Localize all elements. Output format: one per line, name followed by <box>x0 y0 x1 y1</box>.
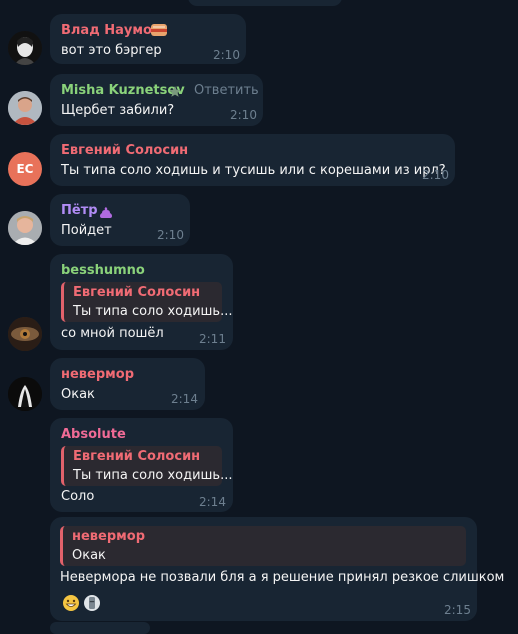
author-name[interactable]: besshumno <box>61 263 145 278</box>
photo-person-icon <box>8 91 42 125</box>
message-text: Пойдет <box>61 223 112 238</box>
message-bubble[interactable]: невермор Окак Невермора не позвали бля а… <box>50 517 504 621</box>
message-text: вот это бэргер <box>61 43 162 58</box>
avatar[interactable]: ЕС <box>8 152 42 186</box>
author-name[interactable]: Absolute <box>61 427 126 442</box>
grin-emoji-icon <box>62 594 80 612</box>
reply-text: Ты типа соло ходишь... <box>73 468 233 483</box>
message-time: 2:10 <box>230 108 257 122</box>
avatar[interactable] <box>8 31 42 65</box>
next-message-fragment[interactable] <box>50 622 150 634</box>
reply-text: Ты типа соло ходишь... <box>73 304 233 319</box>
author-name[interactable]: Пётр <box>61 203 98 218</box>
eye-closeup-icon <box>8 317 42 351</box>
message-bubble[interactable]: Евгений Солосин Ты типа соло ходишь и ту… <box>50 134 455 186</box>
reply-action-link[interactable]: Ответить <box>194 83 259 98</box>
reply-quote[interactable]: Евгений Солосин Ты типа соло ходишь... <box>61 446 233 486</box>
message-text: Ты типа соло ходишь и тусишь или с кореш… <box>61 163 446 178</box>
message-time: 2:10 <box>213 48 240 62</box>
chat-history: Влад Наумов вот это бэргер 2:10 Misha Ku… <box>0 0 518 634</box>
message-time: 2:15 <box>444 603 471 617</box>
dark-figure-icon <box>8 377 42 411</box>
message-bubble[interactable]: Absolute Евгений Солосин Ты типа соло хо… <box>50 418 233 512</box>
poop-emoji-icon <box>99 204 113 218</box>
message-bubble[interactable]: Пётр Пойдет 2:10 <box>50 194 190 246</box>
message-time: 2:14 <box>199 495 226 509</box>
author-name[interactable]: Влад Наумов <box>61 23 160 38</box>
message-text: Невермора не позвали бля а я решение при… <box>60 570 505 585</box>
avatar[interactable] <box>8 91 42 125</box>
avatar[interactable] <box>8 317 42 351</box>
moai-emoji-icon <box>83 594 101 612</box>
reply-author: Евгений Солосин <box>73 285 201 300</box>
message-text: со мной пошёл <box>61 326 164 341</box>
burger-emoji-icon <box>150 22 168 38</box>
avatar[interactable] <box>8 211 42 245</box>
message-text: Соло <box>61 489 95 504</box>
message-time: 2:11 <box>199 332 226 346</box>
reply-quote[interactable]: невермор Окак <box>60 526 466 566</box>
message-text: Окак <box>61 387 95 402</box>
message-time: 2:14 <box>171 392 198 406</box>
message-time: 2:10 <box>157 228 184 242</box>
avatar-initials: ЕС <box>16 162 34 176</box>
portrait-dark-icon <box>8 31 42 65</box>
message-bubble[interactable]: невермор Окак 2:14 <box>50 358 205 410</box>
author-name[interactable]: невермор <box>61 367 134 382</box>
message-bubble[interactable]: besshumno Евгений Солосин Ты типа соло х… <box>50 254 233 350</box>
author-name[interactable]: Misha Kuznetsov <box>61 83 185 98</box>
message-bubble[interactable]: Misha Kuznetsov Ответить Щербет забили? … <box>50 74 263 126</box>
message-time: 2:10 <box>422 168 449 182</box>
reply-author: невермор <box>72 529 146 544</box>
photo-person-icon <box>8 211 42 245</box>
star-icon <box>169 83 181 97</box>
reply-text: Окак <box>72 548 106 563</box>
message-bubble[interactable]: Влад Наумов вот это бэргер 2:10 <box>50 14 246 64</box>
reply-quote[interactable]: Евгений Солосин Ты типа соло ходишь... <box>61 282 233 322</box>
previous-message-fragment[interactable] <box>188 0 342 6</box>
avatar[interactable] <box>8 377 42 411</box>
author-name[interactable]: Евгений Солосин <box>61 143 188 158</box>
message-text: Щербет забили? <box>61 103 175 118</box>
reply-author: Евгений Солосин <box>73 449 201 464</box>
